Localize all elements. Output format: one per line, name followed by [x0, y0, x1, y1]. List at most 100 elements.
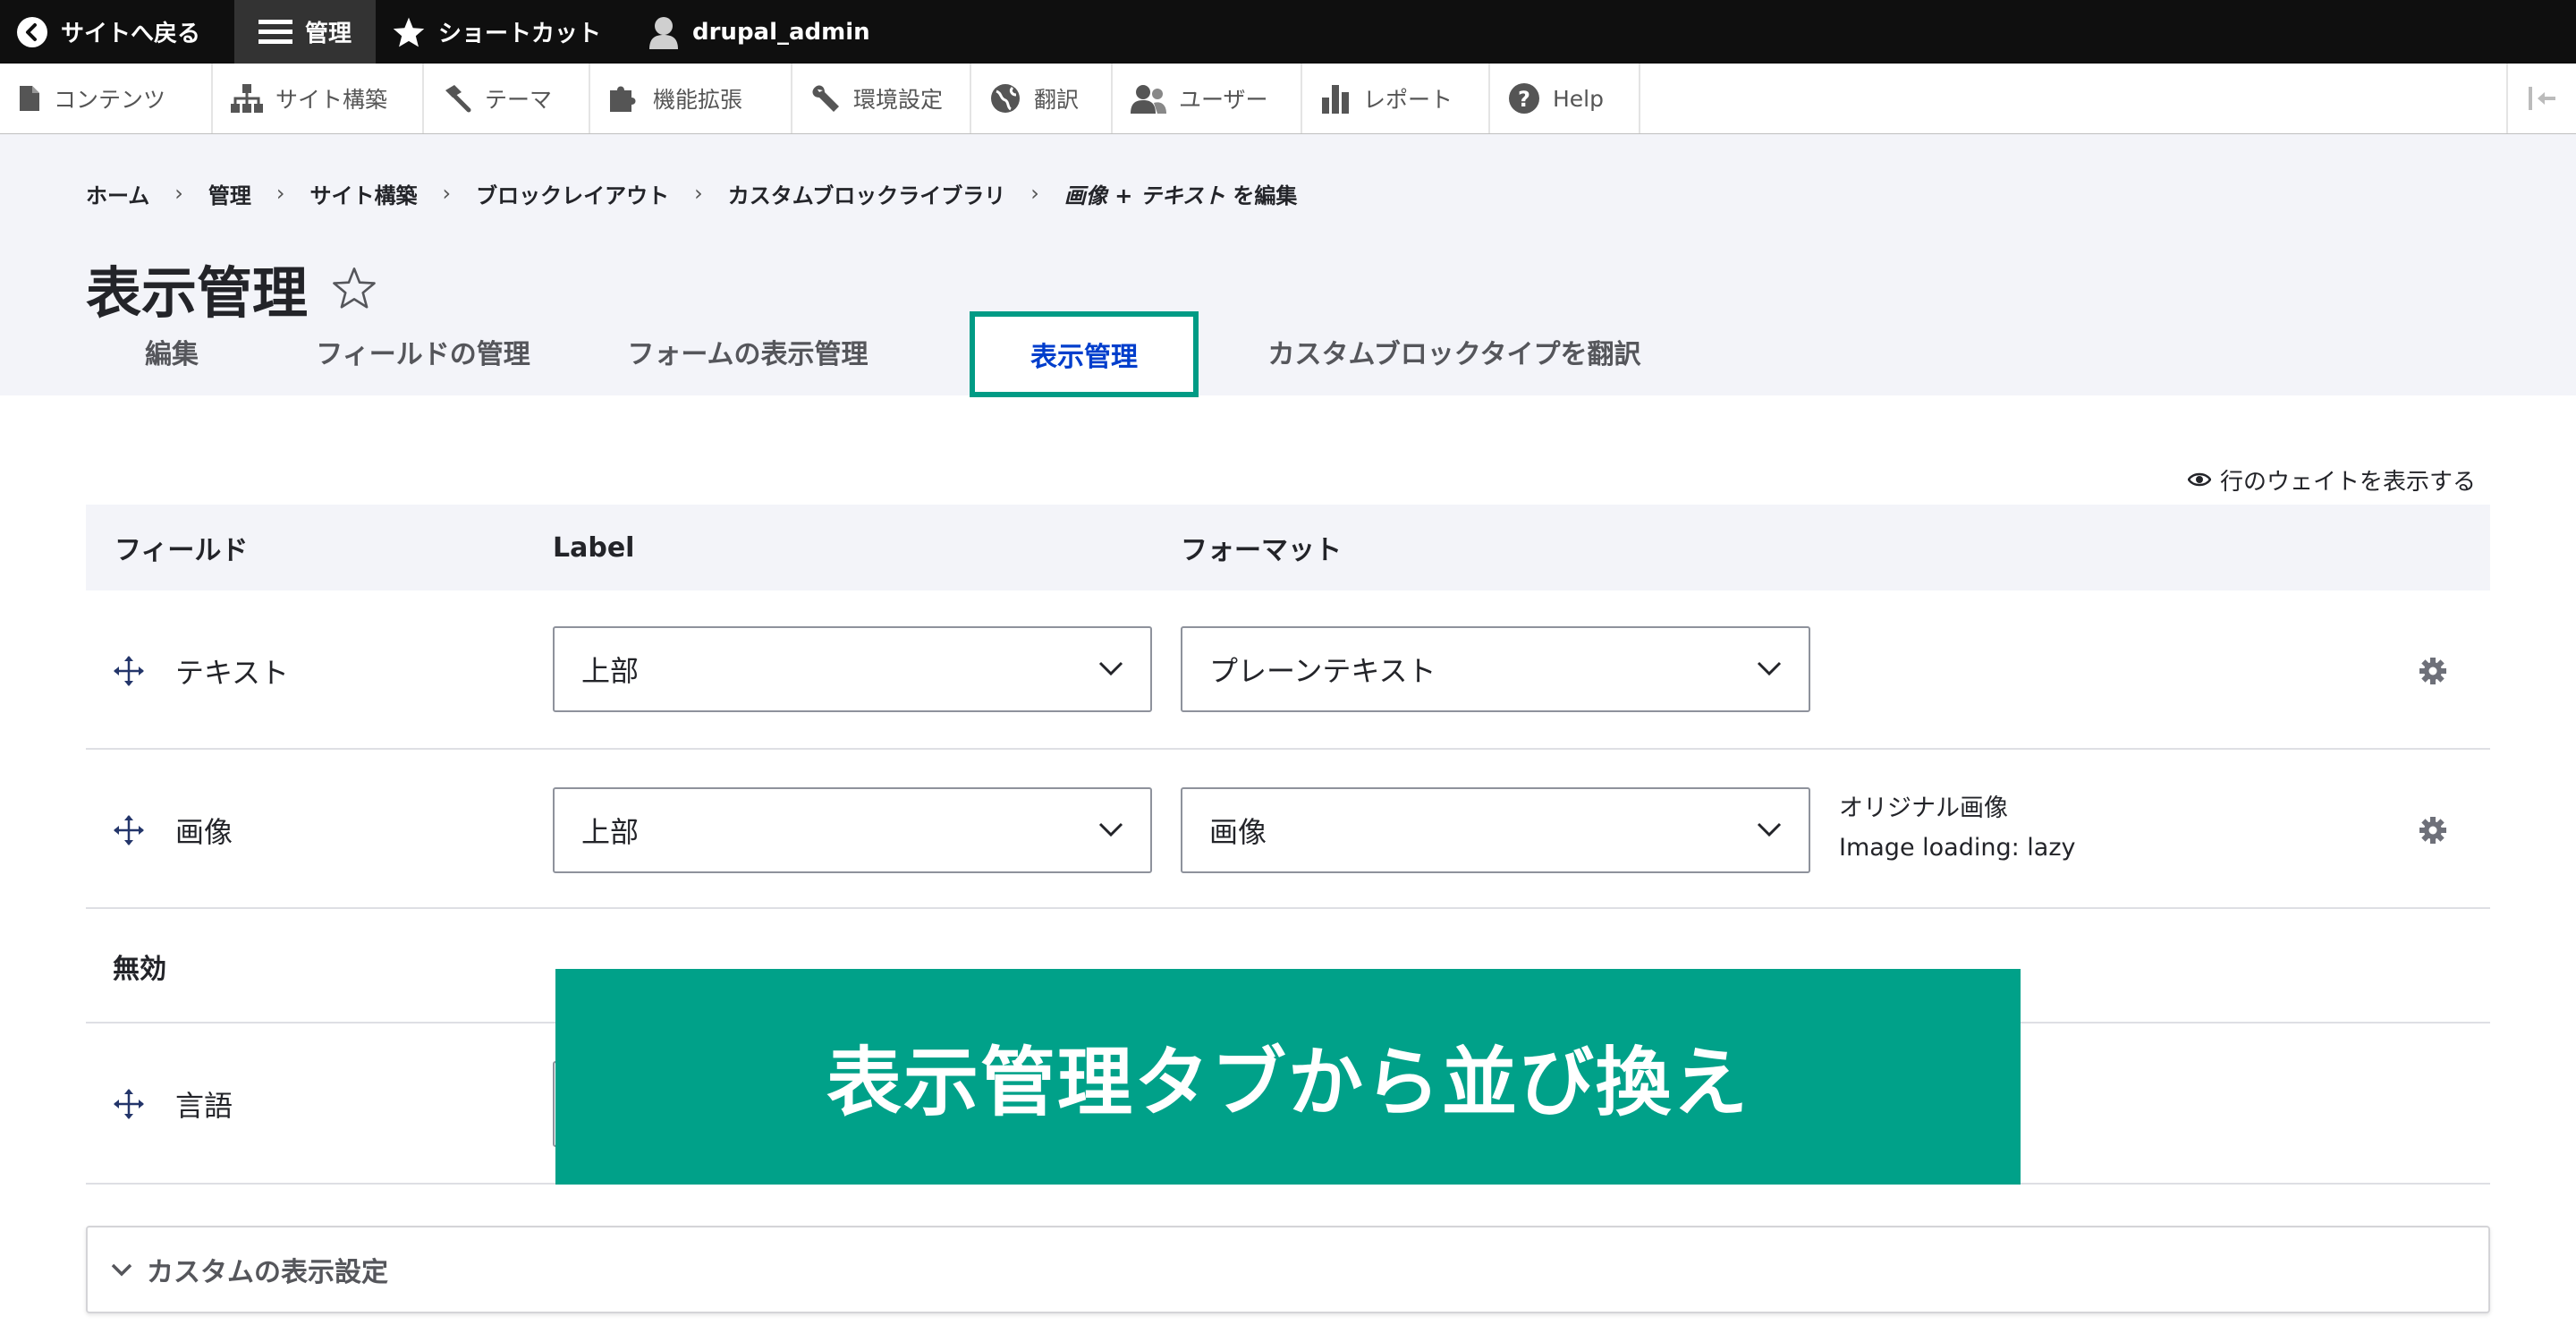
menu-item-extend[interactable]: 機能拡張: [590, 64, 792, 133]
bar-chart-icon: [1320, 83, 1351, 114]
tab-manage-display[interactable]: 表示管理: [970, 311, 1199, 397]
breadcrumb-separator: ›: [174, 181, 183, 206]
menu-item-config[interactable]: 環境設定: [792, 64, 971, 133]
drag-handle-icon[interactable]: [113, 814, 145, 846]
breadcrumb-link-edit-block-type[interactable]: 画像 + テキスト を編集: [1064, 178, 1297, 209]
admin-menu-tray: コンテンツ サイト構築 テーマ 機能拡張 環境設定 翻訳 ユーザー レポート ?…: [0, 64, 2576, 134]
menu-item-structure[interactable]: サイト構築: [213, 64, 424, 133]
menu-item-label: 環境設定: [853, 87, 944, 113]
back-to-site-label: サイトへ戻る: [61, 21, 201, 47]
chevron-down-icon: [1098, 660, 1123, 676]
summary-line: Image loading: lazy: [1839, 834, 2076, 862]
column-header-format: フォーマット: [1181, 535, 1342, 566]
add-shortcut-star-icon[interactable]: [331, 266, 377, 310]
svg-text:?: ?: [1518, 87, 1530, 112]
breadcrumb-separator: ›: [275, 181, 285, 206]
drag-handle-icon[interactable]: [113, 1088, 145, 1120]
menu-item-label: テーマ: [485, 87, 553, 113]
user-name: drupal_admin: [692, 18, 870, 46]
tab-translate-block-type[interactable]: カスタムブロックタイプを翻訳: [1245, 311, 1664, 392]
star-icon: [392, 16, 426, 48]
formatter-settings-gear-icon[interactable]: [2417, 655, 2449, 687]
custom-display-settings-summary[interactable]: カスタムの表示設定: [88, 1250, 388, 1289]
back-arrow-icon: [16, 16, 48, 48]
formatter-select[interactable]: 画像: [1181, 787, 1810, 873]
menu-icon: [258, 18, 292, 47]
toolbar-orientation-toggle[interactable]: [2506, 64, 2576, 133]
tab-manage-fields[interactable]: フィールドの管理: [288, 311, 558, 392]
region-title: 無効: [113, 954, 166, 985]
eye-icon: [2187, 471, 2211, 488]
wrench-icon: [810, 83, 841, 114]
menu-item-reports[interactable]: レポート: [1302, 64, 1490, 133]
breadcrumb-link-structure[interactable]: サイト構築: [310, 178, 418, 209]
back-to-site-link[interactable]: サイトへ戻る: [16, 0, 200, 64]
field-name: 言語: [175, 1089, 233, 1123]
formatter-select[interactable]: プレーンテキスト: [1181, 626, 1810, 712]
breadcrumb-separator: ›: [442, 181, 452, 206]
breadcrumb-link-home[interactable]: ホーム: [86, 178, 149, 209]
globe-icon: [989, 82, 1021, 115]
paintbrush-icon: [442, 83, 472, 114]
collapse-icon: [2527, 85, 2557, 112]
manage-tab[interactable]: 管理: [234, 0, 376, 64]
breadcrumb-edit-suffix: を編集: [1225, 183, 1298, 208]
chevron-down-icon: [1757, 821, 1782, 837]
menu-item-label: Help: [1553, 85, 1604, 112]
menu-item-label: 機能拡張: [653, 87, 743, 113]
menu-item-label: レポート: [1363, 87, 1453, 113]
select-value: 上部: [581, 654, 640, 688]
file-icon: [18, 84, 41, 113]
users-icon: [1131, 83, 1166, 114]
breadcrumb: ホーム › 管理 › サイト構築 › ブロックレイアウト › カスタムブロックラ…: [86, 177, 1297, 209]
menu-item-label: 翻訳: [1034, 87, 1080, 113]
label-position-select[interactable]: 上部: [553, 787, 1152, 873]
table-row: 画像 上部 画像 オリジナル画像 Image loading: lazy: [86, 750, 2490, 909]
menu-item-label: コンテンツ: [54, 87, 166, 113]
shortcuts-tab[interactable]: ショートカット: [392, 0, 601, 64]
user-tab[interactable]: drupal_admin: [648, 0, 870, 64]
menu-item-appearance[interactable]: テーマ: [424, 64, 590, 133]
show-row-weights-label: 行のウェイトを表示する: [2219, 468, 2476, 496]
custom-display-settings[interactable]: カスタムの表示設定: [86, 1226, 2490, 1313]
help-icon: ?: [1508, 82, 1540, 115]
field-name: 画像: [175, 815, 233, 849]
chevron-down-icon: [111, 1262, 132, 1277]
select-value: 画像: [1209, 815, 1267, 849]
breadcrumb-link-block-layout[interactable]: ブロックレイアウト: [476, 178, 669, 209]
show-row-weights-link[interactable]: 行のウェイトを表示する: [2187, 463, 2476, 496]
chevron-down-icon: [1757, 660, 1782, 676]
chevron-down-icon: [1098, 821, 1123, 837]
summary-line: オリジナル画像: [1839, 794, 2008, 822]
label-position-select[interactable]: 上部: [553, 626, 1152, 712]
menu-item-content[interactable]: コンテンツ: [0, 64, 213, 133]
breadcrumb-separator: ›: [694, 181, 703, 206]
tab-manage-form-display[interactable]: フォームの表示管理: [589, 311, 907, 392]
breadcrumb-block-type: 画像 + テキスト: [1063, 183, 1225, 208]
formatter-settings-gear-icon[interactable]: [2417, 814, 2449, 846]
sitemap-icon: [231, 84, 263, 113]
table-row: テキスト 上部 プレーンテキスト: [86, 590, 2490, 750]
select-value: プレーンテキスト: [1209, 654, 1436, 688]
shortcuts-label: ショートカット: [438, 21, 602, 47]
column-header-label: Label: [553, 531, 635, 564]
breadcrumb-separator: ›: [1030, 181, 1039, 206]
user-icon: [648, 15, 680, 49]
select-value: 上部: [581, 815, 640, 849]
manage-label: 管理: [304, 21, 352, 47]
breadcrumb-link-block-library[interactable]: カスタムブロックライブラリ: [728, 178, 1006, 209]
drag-handle-icon[interactable]: [113, 655, 145, 687]
menu-item-help[interactable]: ? Help: [1490, 64, 1640, 133]
menu-item-translate[interactable]: 翻訳: [971, 64, 1113, 133]
menu-item-label: サイト構築: [275, 87, 388, 113]
field-name: テキスト: [175, 656, 290, 690]
breadcrumb-link-admin[interactable]: 管理: [208, 178, 251, 209]
menu-item-people[interactable]: ユーザー: [1113, 64, 1302, 133]
puzzle-icon: [608, 83, 640, 114]
menu-item-label: ユーザー: [1179, 87, 1268, 113]
admin-toolbar: サイトへ戻る 管理 ショートカット drupal_admin: [0, 0, 2576, 64]
column-header-field: フィールド: [114, 535, 249, 566]
table-header: フィールド Label フォーマット: [86, 505, 2490, 590]
caption-banner: 表示管理タブから並び換え: [555, 969, 2021, 1185]
tab-edit[interactable]: 編集: [86, 311, 258, 392]
